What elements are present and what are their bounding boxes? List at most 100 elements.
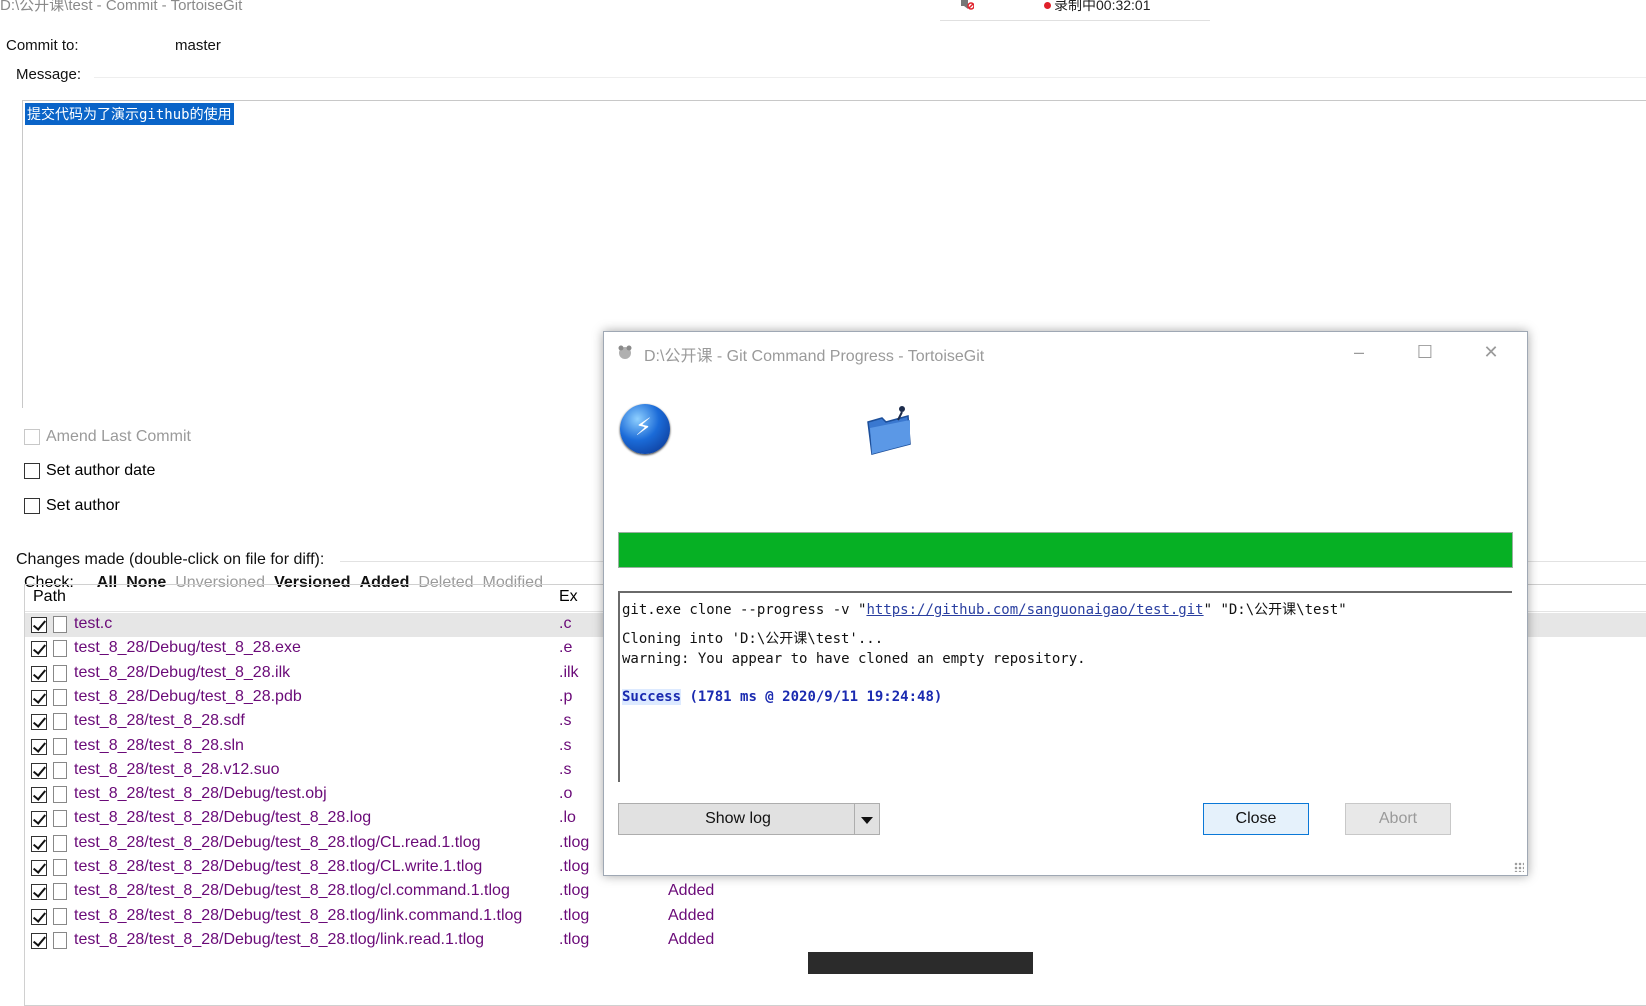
command-output-log[interactable]: git.exe clone --progress -v "https://git… <box>618 591 1512 782</box>
file-icon <box>53 786 67 804</box>
file-checkbox[interactable] <box>31 787 47 804</box>
author-checkbox[interactable] <box>24 498 40 514</box>
file-ext: .tlog <box>559 833 590 851</box>
log-line-success: Success (1781 ms @ 2020/9/11 19:24:48) <box>622 689 942 705</box>
file-icon <box>53 688 67 706</box>
file-path: test_8_28/Debug/test_8_28.exe <box>74 639 301 657</box>
column-ext-header[interactable]: Ex <box>559 588 578 606</box>
progress-bar <box>618 532 1513 568</box>
window-title: D:\公开课\test - Commit - TortoiseGit <box>0 0 243 14</box>
message-label-line <box>94 77 1646 78</box>
changes-heading: Changes made (double-click on file for d… <box>16 551 325 568</box>
mute-speaker-icon <box>961 0 974 10</box>
close-button[interactable]: Close <box>1203 803 1309 835</box>
file-checkbox[interactable] <box>31 835 47 852</box>
file-checkbox[interactable] <box>31 762 47 779</box>
file-path: test.c <box>74 615 113 632</box>
file-checkbox[interactable] <box>31 665 47 682</box>
file-checkbox[interactable] <box>31 884 47 901</box>
file-status: Added <box>668 930 715 948</box>
message-label: Message: <box>16 66 82 83</box>
file-checkbox[interactable] <box>31 738 47 755</box>
amend-checkbox[interactable] <box>24 429 40 445</box>
file-checkbox[interactable] <box>31 714 47 731</box>
taskbar-fragment <box>808 952 1033 974</box>
file-row[interactable]: test_8_28/test_8_28/Debug/test_8_28.tlog… <box>25 905 1646 929</box>
file-ext: .ilk <box>559 663 579 681</box>
file-ext: .s <box>559 712 572 730</box>
file-checkbox[interactable] <box>31 641 47 658</box>
file-checkbox[interactable] <box>31 689 47 706</box>
file-icon <box>53 810 67 828</box>
column-path-header[interactable]: Path <box>33 588 66 606</box>
log-line-warning: warning: You appear to have cloned an em… <box>622 651 1086 667</box>
log-cmd-suffix: " "D:\公开课\test" <box>1203 602 1347 618</box>
file-path: test_8_28/test_8_28/Debug/test.obj <box>74 785 327 803</box>
file-path: test_8_28/test_8_28/Debug/test_8_28.tlog… <box>74 833 481 851</box>
file-row[interactable]: test_8_28/test_8_28/Debug/test_8_28.tlog… <box>25 929 1646 953</box>
file-checkbox[interactable] <box>31 811 47 828</box>
author-label: Set author <box>46 497 120 514</box>
git-progress-dialog: D:\公开课 - Git Command Progress - Tortoise… <box>603 331 1528 876</box>
file-ext: .tlog <box>559 858 590 875</box>
minimize-icon[interactable]: – <box>1344 340 1374 364</box>
file-icon <box>53 640 67 658</box>
dialog-titlebar[interactable]: D:\公开课 - Git Command Progress - Tortoise… <box>604 332 1527 372</box>
log-line-cloning: Cloning into 'D:\公开课\test'... <box>622 631 884 647</box>
file-status: Added <box>668 906 715 924</box>
repo-url-link[interactable]: https://github.com/sanguonaigao/test.git <box>866 602 1203 618</box>
file-ext: .e <box>559 639 573 657</box>
folder-local-icon <box>867 406 911 455</box>
recording-time: 录制中00:32:01 <box>1054 0 1151 13</box>
maximize-icon[interactable]: ☐ <box>1410 340 1440 364</box>
file-path: test_8_28/test_8_28/Debug/test_8_28.log <box>74 809 372 827</box>
progress-bar-fill <box>619 533 1512 567</box>
file-icon <box>53 859 67 876</box>
file-path: test_8_28/test_8_28/Debug/test_8_28.tlog… <box>74 882 510 900</box>
resize-grip-icon[interactable] <box>1514 862 1524 872</box>
file-path: test_8_28/test_8_28/Debug/test_8_28.tlog… <box>74 930 485 948</box>
file-ext: .tlog <box>559 882 590 900</box>
set-author-option[interactable]: Set author <box>24 497 120 515</box>
success-detail: (1781 ms @ 2020/9/11 19:24:48) <box>681 689 943 705</box>
abort-button[interactable]: Abort <box>1345 803 1451 835</box>
file-ext: .s <box>559 760 572 778</box>
globe-remote-icon <box>620 404 670 454</box>
show-log-button[interactable]: Show log <box>618 803 880 835</box>
file-ext: .tlog <box>559 906 590 924</box>
commit-message-text[interactable]: 提交代码为了演示github的使用 <box>25 103 234 125</box>
close-icon[interactable]: ✕ <box>1476 340 1506 364</box>
file-checkbox[interactable] <box>31 860 47 876</box>
file-status: Added <box>668 882 715 900</box>
dialog-title: D:\公开课 - Git Command Progress - Tortoise… <box>644 348 985 365</box>
recording-dot-icon <box>1044 2 1051 9</box>
success-word: Success <box>622 689 682 705</box>
file-ext: .c <box>559 615 572 632</box>
file-icon <box>53 761 67 779</box>
file-checkbox[interactable] <box>31 617 47 633</box>
file-icon <box>53 664 67 682</box>
file-ext: .o <box>559 785 573 803</box>
amend-last-commit-option[interactable]: Amend Last Commit <box>24 428 191 446</box>
file-row[interactable]: test_8_28/test_8_28/Debug/test_8_28.tlog… <box>25 880 1646 904</box>
commit-to-label: Commit to: <box>6 37 79 54</box>
file-path: test_8_28/Debug/test_8_28.pdb <box>74 687 302 705</box>
file-ext: .s <box>559 736 572 754</box>
file-checkbox[interactable] <box>31 908 47 925</box>
file-ext: .lo <box>559 809 576 827</box>
log-cmd-prefix: git.exe clone --progress -v " <box>622 602 867 618</box>
file-path: test_8_28/test_8_28.sln <box>74 736 244 754</box>
file-checkbox[interactable] <box>31 932 47 949</box>
file-icon <box>53 737 67 755</box>
set-author-date-option[interactable]: Set author date <box>24 462 155 480</box>
chevron-down-icon[interactable] <box>854 804 879 834</box>
amend-label: Amend Last Commit <box>46 428 191 445</box>
file-path: test_8_28/test_8_28/Debug/test_8_28.tlog… <box>74 858 483 875</box>
file-ext: .p <box>559 687 573 705</box>
author-date-checkbox[interactable] <box>24 463 40 479</box>
branch-name[interactable]: master <box>175 37 221 54</box>
tortoisegit-app-icon <box>618 345 632 359</box>
file-icon <box>53 616 67 633</box>
file-path: test_8_28/test_8_28.sdf <box>74 712 245 730</box>
file-path: test_8_28/test_8_28/Debug/test_8_28.tlog… <box>74 906 523 924</box>
